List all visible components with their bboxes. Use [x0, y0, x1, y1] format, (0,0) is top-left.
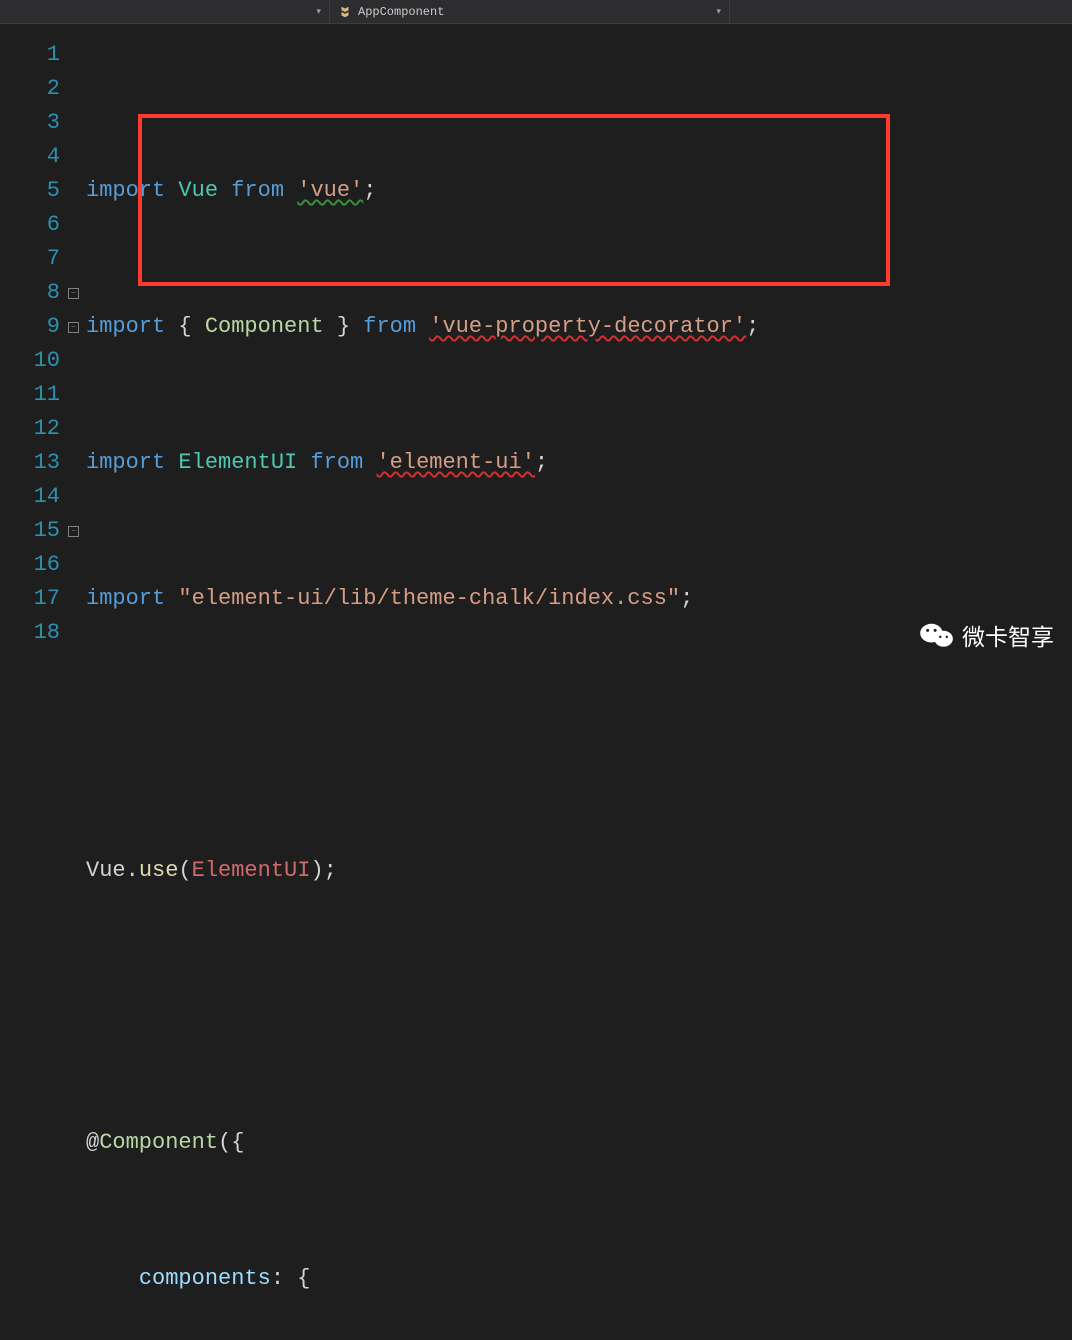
code-line: import "element-ui/lib/theme-chalk/index…	[82, 582, 1072, 616]
code-line: import ElementUI from 'element-ui';	[82, 446, 1072, 480]
code-line: import { Component } from 'vue-property-…	[82, 310, 1072, 344]
breadcrumb-bar: ▾ AppComponent ▾	[0, 0, 1072, 24]
scope-dropdown[interactable]: ▾	[0, 0, 330, 23]
wechat-icon	[920, 621, 954, 649]
code-line: import Vue from 'vue';	[82, 174, 1072, 208]
fold-toggle[interactable]: −	[68, 322, 79, 333]
code-line: @Component({	[82, 1126, 1072, 1160]
watermark: 微卡智享	[920, 618, 1054, 652]
class-dropdown-label: AppComponent	[358, 5, 444, 19]
chevron-down-icon: ▾	[716, 7, 721, 17]
class-icon	[338, 5, 352, 19]
code-line	[82, 990, 1072, 1024]
fold-toggle[interactable]: −	[68, 288, 79, 299]
code-content[interactable]: import Vue from 'vue'; import { Componen…	[82, 24, 1072, 670]
fold-toggle[interactable]: −	[68, 526, 79, 537]
chevron-down-icon: ▾	[316, 7, 321, 17]
editor: 123 456 789 101112 131415 161718 − − − i…	[0, 24, 1072, 670]
code-line: components: {	[82, 1262, 1072, 1296]
class-dropdown[interactable]: AppComponent ▾	[330, 0, 730, 23]
fold-gutter: − − −	[68, 24, 82, 670]
line-number-gutter: 123 456 789 101112 131415 161718	[0, 24, 68, 670]
code-line	[82, 718, 1072, 752]
watermark-text: 微卡智享	[962, 618, 1054, 652]
code-line: Vue.use(ElementUI);	[82, 854, 1072, 888]
